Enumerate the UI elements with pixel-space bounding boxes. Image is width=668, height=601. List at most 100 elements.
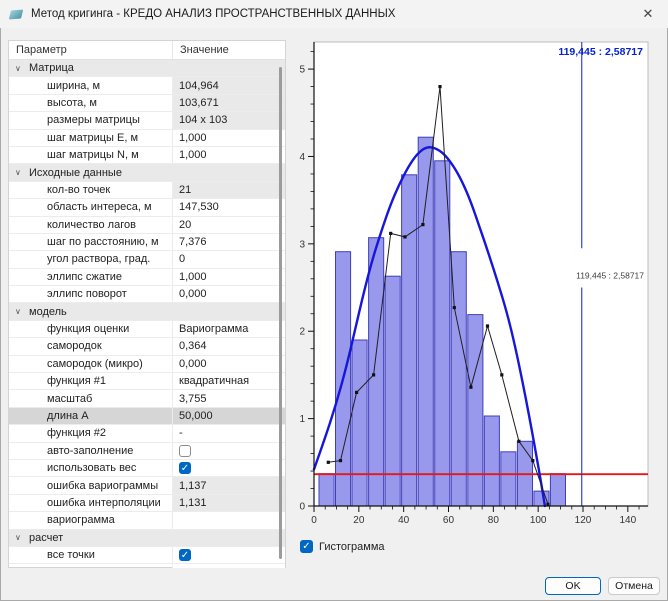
histogram-checkbox-row: Гистограмма (300, 540, 385, 553)
param-row[interactable]: использовать вес (9, 460, 285, 477)
svg-text:100: 100 (530, 515, 547, 526)
table-scrollbar[interactable] (279, 67, 282, 559)
param-row[interactable]: функция #1квадратичная (9, 373, 285, 390)
param-group-row[interactable]: ∨Исходные данные (9, 164, 285, 181)
param-row[interactable]: шаг матрицы N, м1,000 (9, 147, 285, 164)
param-row[interactable]: функция оценкиВариограмма (9, 321, 285, 338)
param-row[interactable]: эллипс поворот0,000 (9, 286, 285, 303)
param-checkbox[interactable] (179, 462, 191, 474)
titlebar: Метод кригинга - КРЕДО АНАЛИЗ ПРОСТРАНСТ… (0, 0, 668, 28)
param-value[interactable]: 0 (173, 251, 285, 267)
param-label: все точки (9, 547, 173, 563)
group-label: расчет (29, 532, 63, 544)
param-value[interactable] (173, 512, 285, 528)
param-value: 104,964 (173, 77, 285, 93)
param-row[interactable]: ширина, м104,964 (9, 77, 285, 94)
param-group-row[interactable]: ∨модель (9, 303, 285, 320)
column-header-value: Значение (173, 41, 285, 59)
param-row[interactable]: функция #2- (9, 425, 285, 442)
group-label: модель (29, 306, 67, 318)
param-row[interactable]: ошибка вариограммы1,137 (9, 477, 285, 494)
app-icon (9, 9, 24, 19)
param-checkbox[interactable] (179, 445, 191, 457)
param-value[interactable]: 1,000 (173, 147, 285, 163)
param-label: масштаб (9, 390, 173, 406)
param-label: количество лагов (9, 217, 173, 233)
param-value[interactable]: 147,530 (173, 199, 285, 215)
param-row[interactable]: эллипс сжатие1,000 (9, 269, 285, 286)
param-value[interactable]: - (173, 425, 285, 441)
param-value[interactable]: 7,376 (173, 234, 285, 250)
svg-text:20: 20 (353, 515, 365, 526)
param-value[interactable]: 3,755 (173, 390, 285, 406)
param-row[interactable]: кол-во точек21 (9, 182, 285, 199)
param-label: функция оценки (9, 321, 173, 337)
param-label: ошибка вариограммы (9, 477, 173, 493)
param-row[interactable]: количество лагов20 (9, 217, 285, 234)
param-value[interactable]: 20 (173, 217, 285, 233)
variogram-chart[interactable]: 119,445 : 2,58717119,445 : 2,58717020406… (296, 36, 664, 530)
param-row[interactable]: размеры матрицы104 x 103 (9, 112, 285, 129)
param-row[interactable]: самородок0,364 (9, 338, 285, 355)
svg-text:60: 60 (443, 515, 455, 526)
param-row[interactable]: высота, м103,671 (9, 95, 285, 112)
chevron-down-icon[interactable]: ∨ (15, 307, 29, 316)
param-label: угол раствора, град. (9, 251, 173, 267)
svg-text:0: 0 (299, 502, 305, 513)
param-row[interactable]: все точки (9, 547, 285, 564)
param-label: кол-во точек (9, 182, 173, 198)
histogram-checkbox[interactable] (300, 540, 313, 553)
param-row[interactable]: самородок (микро)0,000 (9, 356, 285, 373)
param-label: ширина, м (9, 77, 173, 93)
param-value[interactable]: 0,364 (173, 338, 285, 354)
chevron-down-icon[interactable]: ∨ (15, 533, 29, 542)
ok-button[interactable]: OK (545, 577, 601, 595)
param-value[interactable]: квадратичная (173, 373, 285, 389)
param-row[interactable]: авто-заполнение (9, 443, 285, 460)
param-label: использовать вес (9, 460, 173, 476)
table-body: ∨Матрицаширина, м104,964высота, м103,671… (9, 60, 285, 568)
param-label: ошибка интерполяции (9, 495, 173, 511)
table-header: Параметр Значение (9, 41, 285, 60)
param-label: вариограмма (9, 512, 173, 528)
window-title: Метод кригинга - КРЕДО АНАЛИЗ ПРОСТРАНСТ… (31, 8, 395, 20)
param-row[interactable]: шаг по расстоянию, м7,376 (9, 234, 285, 251)
cancel-button[interactable]: Отмена (608, 577, 660, 595)
svg-text:0: 0 (311, 515, 317, 526)
param-label: высота, м (9, 95, 173, 111)
param-row[interactable]: вариограмма (9, 512, 285, 529)
svg-text:3: 3 (299, 239, 305, 250)
kriging-dialog: Метод кригинга - КРЕДО АНАЛИЗ ПРОСТРАНСТ… (0, 0, 668, 601)
param-row[interactable]: длина A50,000 (9, 408, 285, 425)
param-checkbox[interactable] (179, 549, 191, 561)
chevron-down-icon[interactable]: ∨ (15, 64, 29, 73)
close-button[interactable]: ✕ (630, 2, 666, 26)
svg-text:140: 140 (619, 515, 636, 526)
param-row[interactable]: масштаб3,755 (9, 390, 285, 407)
param-label: шаг матрицы N, м (9, 147, 173, 163)
x-tick-labels: 020406080100120140 (311, 506, 639, 526)
chevron-down-icon[interactable]: ∨ (15, 168, 29, 177)
param-value: 1,131 (173, 495, 285, 511)
param-value[interactable]: 0,000 (173, 356, 285, 372)
param-row[interactable]: шаг матрицы E, м1,000 (9, 130, 285, 147)
param-row[interactable]: угол раствора, град.0 (9, 251, 285, 268)
param-value[interactable]: 0,000 (173, 286, 285, 302)
param-value[interactable]: 1,000 (173, 269, 285, 285)
column-header-parameter: Параметр (9, 41, 173, 59)
svg-text:80: 80 (488, 515, 500, 526)
param-group-row[interactable]: ∨Матрица (9, 60, 285, 77)
y-tick-labels: 012345 (299, 52, 314, 513)
param-group-row[interactable]: ∨расчет (9, 530, 285, 547)
param-value[interactable]: 1,000 (173, 130, 285, 146)
param-row[interactable] (9, 564, 285, 568)
svg-text:2: 2 (299, 327, 305, 338)
param-label: размеры матрицы (9, 112, 173, 128)
crosshair-label-secondary: 119,445 : 2,58717 (576, 270, 644, 280)
crosshair-label-top: 119,445 : 2,58717 (558, 46, 643, 58)
param-label: эллипс поворот (9, 286, 173, 302)
param-value: 103,671 (173, 95, 285, 111)
param-row[interactable]: область интереса, м147,530 (9, 199, 285, 216)
param-value[interactable]: Вариограмма (173, 321, 285, 337)
param-row[interactable]: ошибка интерполяции1,131 (9, 495, 285, 512)
